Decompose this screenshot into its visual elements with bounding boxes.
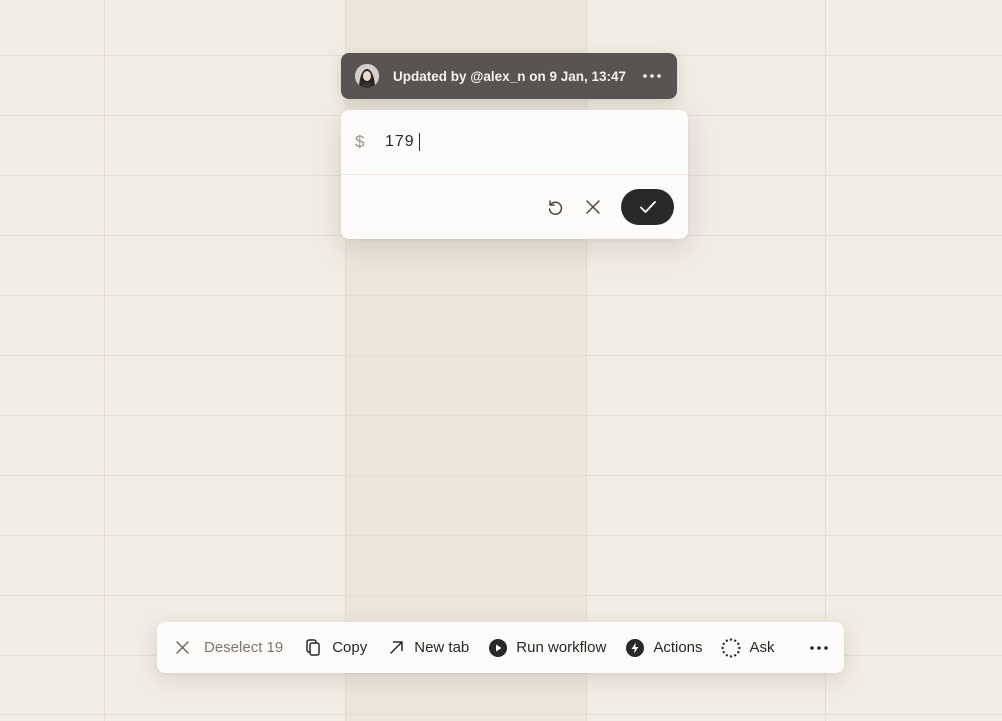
cell-editor-popover: $ 179 [341,110,688,239]
text-caret [418,133,421,151]
close-icon [586,200,600,214]
copy-label: Copy [332,639,368,656]
grid-row-line [0,535,1002,536]
check-icon [639,201,656,213]
ask-label: Ask [749,639,775,656]
actions-button[interactable]: Actions [626,638,703,657]
update-info-bar: Updated by @alex_n on 9 Jan, 13:47 [341,53,677,99]
selected-column [345,0,586,721]
grid-row-line [0,475,1002,476]
grid-row-line [0,415,1002,416]
new-tab-button[interactable]: New tab [387,639,469,657]
copy-icon [305,638,323,657]
run-workflow-label: Run workflow [516,639,607,656]
editor-actions [341,175,688,239]
update-more-button[interactable] [637,61,667,91]
run-workflow-button[interactable]: Run workflow [489,638,607,657]
grid-column-line [586,0,587,721]
grid-row-line [0,595,1002,596]
value-text: 179 [385,133,415,150]
play-icon [489,638,508,657]
deselect-button[interactable]: Deselect 19 [173,639,283,657]
new-tab-label: New tab [414,639,470,656]
grid-row-line [0,714,1002,715]
user-avatar [355,64,379,88]
toolbar-more-button[interactable] [806,635,832,661]
selection-toolbar: Deselect 19 Copy New tab Run workflow Ac… [157,622,844,673]
currency-symbol: $ [355,132,365,151]
deselect-label: Deselect 19 [204,639,284,656]
actions-label: Actions [653,639,703,656]
undo-icon [548,200,563,215]
grid-row-line [0,295,1002,296]
cancel-button[interactable] [579,193,607,221]
more-horizontal-icon [643,74,661,78]
spreadsheet-grid [0,0,1002,721]
update-info-text: Updated by @alex_n on 9 Jan, 13:47 [393,68,626,84]
more-horizontal-icon [810,645,828,650]
grid-row-line [0,355,1002,356]
grid-column-line [345,0,346,721]
ask-button[interactable]: Ask [720,637,775,658]
sparkle-ring-icon [720,637,741,658]
grid-column-line [825,0,826,721]
value-input[interactable]: 179 [385,133,421,151]
value-input-row: $ 179 [341,110,688,175]
confirm-button[interactable] [621,189,674,225]
undo-button[interactable] [541,193,569,221]
lightning-icon [626,638,645,657]
grid-column-line [104,0,105,721]
close-icon [173,639,191,657]
arrow-up-right-icon [387,639,405,657]
copy-button[interactable]: Copy [305,638,368,657]
